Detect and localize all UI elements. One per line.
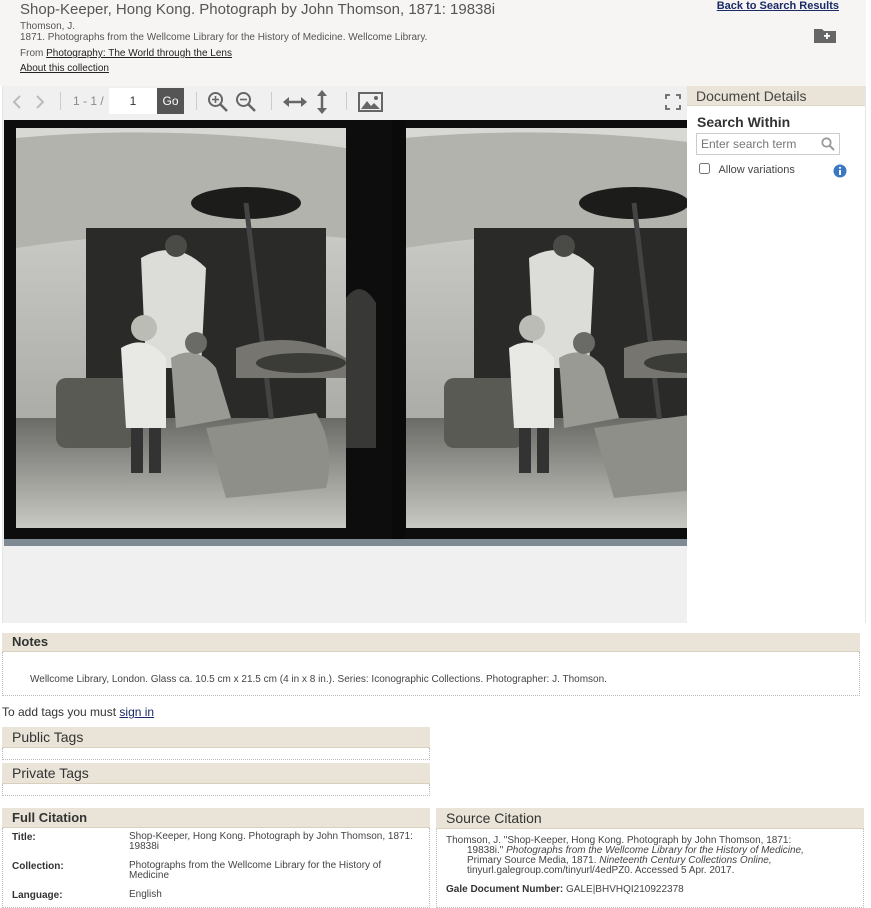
search-icon[interactable] xyxy=(821,137,835,151)
go-button[interactable]: Go xyxy=(157,88,184,114)
tags-sign-in-message: To add tags you must sign in xyxy=(2,705,154,719)
page-range: 1 - 1 / xyxy=(73,94,104,108)
source-citation-text: Thomson, J. "Shop-Keeper, Hong Kong. Pho… xyxy=(446,836,841,876)
toolbar-divider xyxy=(196,92,197,110)
notes-text: Wellcome Library, London. Glass ca. 10.5… xyxy=(30,674,607,685)
search-within-label: Search Within xyxy=(697,114,791,130)
zoom-in-icon[interactable] xyxy=(207,91,229,113)
collection-link[interactable]: Photography: The World through the Lens xyxy=(46,48,232,59)
gale-document-number-label: Gale Document Number: xyxy=(446,884,564,895)
zoom-out-icon[interactable] xyxy=(235,91,257,113)
tags-message-prefix: To add tags you must xyxy=(2,705,117,719)
fit-height-icon[interactable] xyxy=(315,89,329,115)
info-icon[interactable] xyxy=(833,164,847,178)
next-arrow-icon[interactable] xyxy=(34,94,46,110)
full-citation-heading: Full Citation xyxy=(2,808,430,828)
notes-heading: Notes xyxy=(2,633,860,652)
allow-variations-option[interactable]: Allow variations xyxy=(699,163,795,176)
toolbar-divider xyxy=(60,92,61,110)
public-tags-heading[interactable]: Public Tags xyxy=(2,727,430,748)
fullscreen-icon[interactable] xyxy=(665,94,681,110)
allow-variations-label: Allow variations xyxy=(718,164,795,176)
document-header: Shop-Keeper, Hong Kong. Photograph by Jo… xyxy=(0,0,866,86)
document-photograph[interactable] xyxy=(4,120,687,545)
citation-value: Photographs from the Wellcome Library fo… xyxy=(129,860,382,881)
citation-value: English xyxy=(129,889,162,900)
sign-in-link[interactable]: sign in xyxy=(119,705,154,719)
search-within-input[interactable] xyxy=(696,133,840,155)
from-prefix: From xyxy=(20,48,44,59)
gale-document-number: Gale Document Number: GALE|BHVHQI2109223… xyxy=(446,884,684,895)
about-line: About this collection xyxy=(20,63,109,74)
toolbar-divider xyxy=(346,92,347,110)
document-details-panel: Document Details Search Within Allow var… xyxy=(687,86,866,623)
private-tags-heading[interactable]: Private Tags xyxy=(2,763,430,784)
citation-label: Title: xyxy=(12,832,36,843)
citation-value: Shop-Keeper, Hong Kong. Photograph by Jo… xyxy=(129,831,413,852)
gale-document-number-value: GALE|BHVHQI210922378 xyxy=(566,884,684,895)
toolbar-divider xyxy=(271,92,272,110)
private-tags-panel xyxy=(2,784,430,796)
about-collection-link[interactable]: About this collection xyxy=(20,63,109,74)
image-viewer: 1 - 1 / Go xyxy=(2,86,687,623)
document-source-line: 1871. Photographs from the Wellcome Libr… xyxy=(20,32,428,43)
prev-arrow-icon[interactable] xyxy=(11,94,23,110)
source-citation-line: tinyurl.galegroup.com/tinyurl/4edPZ0. Ac… xyxy=(467,865,735,876)
back-to-search-results-link[interactable]: Back to Search Results xyxy=(717,0,839,12)
document-details-heading[interactable]: Document Details xyxy=(687,86,865,106)
allow-variations-checkbox[interactable] xyxy=(699,163,710,174)
photo-bottom-strip xyxy=(4,539,687,546)
source-citation-heading: Source Citation xyxy=(436,808,864,829)
viewer-toolbar: 1 - 1 / Go xyxy=(3,86,687,118)
public-tags-panel xyxy=(2,748,430,760)
folder-add-icon[interactable] xyxy=(813,26,837,44)
citation-label: Collection: xyxy=(12,861,64,872)
page-number-input[interactable] xyxy=(109,88,157,114)
document-author: Thomson, J. xyxy=(20,21,76,32)
image-icon[interactable] xyxy=(358,92,383,112)
citation-label: Language: xyxy=(12,890,63,901)
document-title: Shop-Keeper, Hong Kong. Photograph by Jo… xyxy=(20,1,496,18)
from-line: From Photography: The World through the … xyxy=(20,48,232,59)
fit-width-icon[interactable] xyxy=(282,95,308,109)
